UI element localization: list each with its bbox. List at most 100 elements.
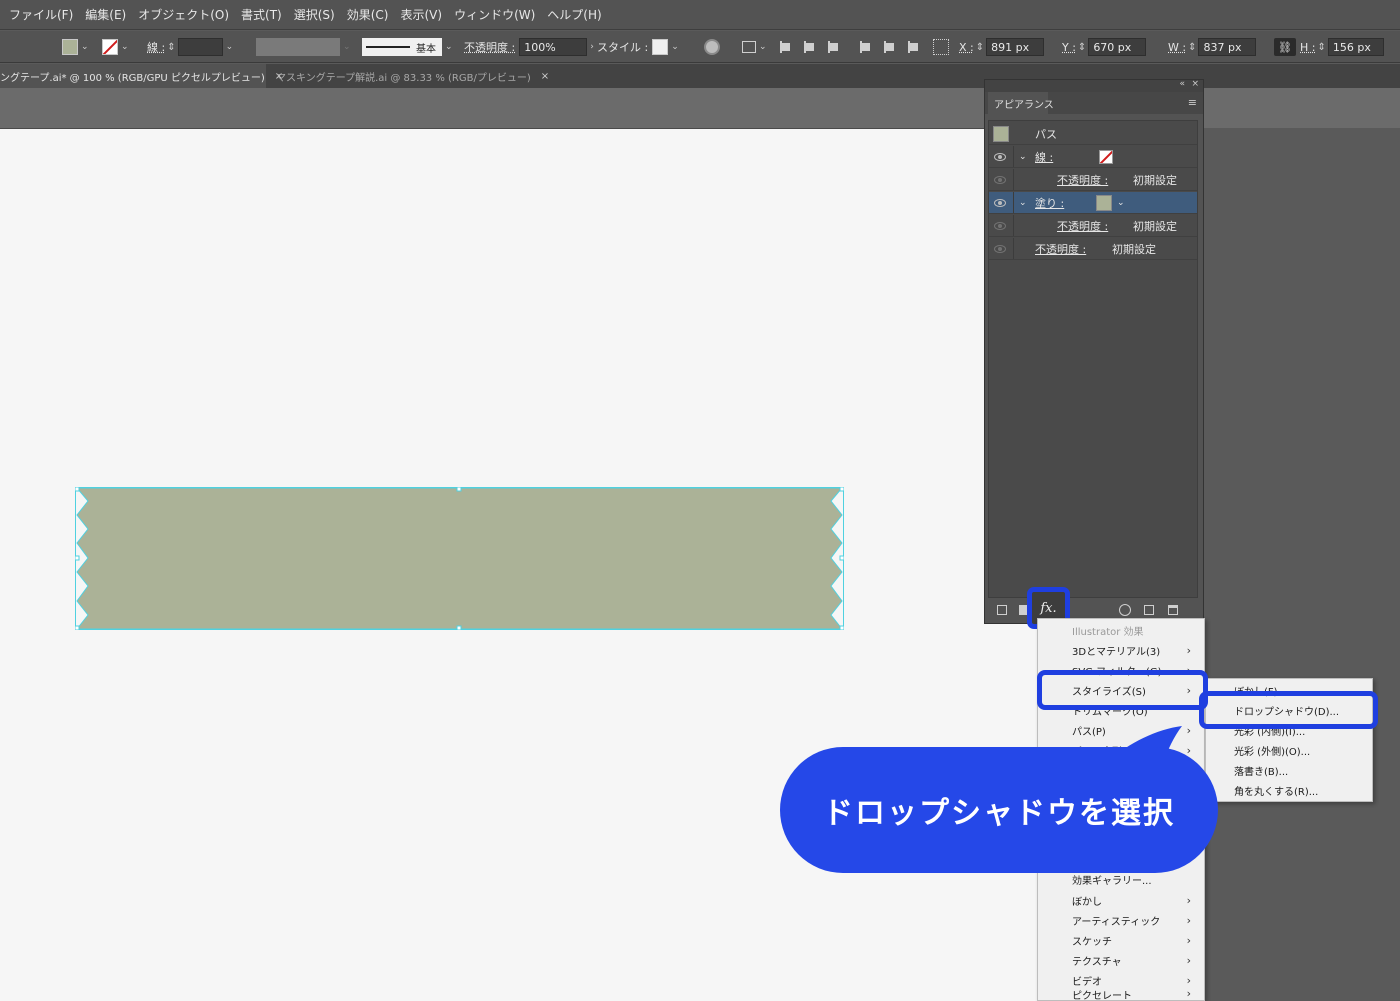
menu-item-3d[interactable]: 3Dとマテリアル(3) › [1038, 640, 1204, 660]
menu-item-artistic[interactable]: アーティスティック › [1038, 910, 1204, 930]
fill-label[interactable]: 塗り : [1035, 195, 1064, 211]
opacity-label[interactable]: 不透明度 : [1035, 241, 1086, 257]
close-icon[interactable]: × [541, 71, 549, 82]
trash-icon[interactable] [1168, 605, 1178, 615]
menu-item-label: ピクセレート [1072, 991, 1132, 1001]
menu-item-texture[interactable]: テクスチャ › [1038, 950, 1204, 970]
spinner-icon[interactable]: ⇕ [167, 42, 175, 53]
clear-appearance-icon[interactable] [1119, 604, 1131, 616]
fill-row[interactable]: ⌄ 塗り : ⌄ [989, 192, 1197, 214]
spinner-icon[interactable]: ⇕ [1188, 42, 1196, 53]
fill-swatch[interactable] [1096, 194, 1112, 211]
menu-header: Illustrator 効果 [1072, 626, 1144, 638]
menu-effect[interactable]: 効果(C) [347, 6, 389, 23]
y-label: Y : [1062, 40, 1076, 54]
menu-type[interactable]: 書式(T) [241, 6, 282, 23]
transform-icon[interactable] [742, 41, 756, 53]
fill-swatch[interactable] [62, 39, 78, 55]
visibility-eye-icon[interactable] [994, 244, 1006, 253]
chevron-down-icon[interactable]: ⌄ [1019, 152, 1027, 162]
opacity-field[interactable]: 100% [519, 38, 588, 56]
visibility-eye-icon[interactable] [994, 221, 1006, 230]
object-opacity-row[interactable]: 不透明度 : 初期設定 [989, 238, 1197, 260]
menu-object[interactable]: オブジェクト(O) [138, 6, 229, 23]
graphic-style-swatch[interactable] [652, 39, 669, 55]
stroke-row[interactable]: ⌄ 線 : [989, 146, 1197, 168]
duplicate-item-icon[interactable] [1144, 605, 1154, 615]
menu-help[interactable]: ヘルプ(H) [547, 6, 601, 23]
appearance-list: パス ⌄ 線 : 不透明度 : 初期設定 ⌄ 塗り : ⌄ 不透明度: 初期設… [988, 120, 1198, 598]
chevron-down-icon: ⌄ [343, 42, 351, 52]
tab-document-active[interactable]: ングテープ.ai* @ 100 % (RGB/GPU ピクセルプレビュー) × [0, 64, 283, 88]
chevron-down-icon[interactable]: ⌄ [81, 42, 89, 52]
visibility-eye-icon[interactable] [994, 198, 1006, 207]
y-field[interactable]: 670 px [1088, 38, 1147, 56]
chevron-down-icon[interactable]: ⌄ [121, 42, 129, 52]
reference-point-icon[interactable] [933, 39, 949, 55]
chevron-down-icon[interactable]: ⌄ [1117, 198, 1125, 208]
x-field[interactable]: 891 px [986, 38, 1045, 56]
opacity-label[interactable]: 不透明度 : [1057, 172, 1108, 188]
chevron-down-icon[interactable]: ⌄ [671, 42, 679, 52]
align-vcenter-icon[interactable] [882, 40, 896, 54]
menu-item-round-corners[interactable]: 角を丸くする(R)... [1206, 780, 1372, 800]
menu-item-label: 効果ギャラリー... [1072, 875, 1152, 887]
close-icon[interactable]: × [1191, 79, 1199, 89]
panel-title-bar[interactable]: « × [985, 79, 1203, 92]
drop-shadow-highlight [1199, 691, 1378, 729]
menu-item-outer-glow[interactable]: 光彩 (外側)(O)... [1206, 740, 1372, 760]
menu-file[interactable]: ファイル(F) [9, 6, 73, 23]
spinner-icon[interactable]: ⇕ [976, 42, 984, 53]
control-bar: ⌄ ⌄ 線 : ⇕ ⌄ ⌄ 基本 ⌄ 不透明度 : 100% › スタイル : … [0, 31, 1400, 63]
chevron-down-icon[interactable]: ⌄ [1019, 198, 1027, 208]
chevron-right-icon[interactable]: › [590, 42, 594, 52]
menu-edit[interactable]: 編集(E) [85, 6, 126, 23]
tab-document-inactive[interactable]: マスキングテープ解説.ai @ 83.33 % (RGB/プレビュー) × [270, 64, 549, 88]
chevron-down-icon[interactable]: ⌄ [226, 42, 234, 52]
visibility-eye-icon[interactable] [994, 175, 1006, 184]
spinner-icon[interactable]: ⇕ [1317, 42, 1325, 53]
panel-menu-icon[interactable]: ≡ [1188, 96, 1197, 109]
tab-label: ングテープ.ai* @ 100 % (RGB/GPU ピクセルプレビュー) [0, 72, 265, 84]
menu-item-pixelate[interactable]: ピクセレート › [1038, 987, 1204, 1001]
stroke-weight-field[interactable] [177, 38, 223, 56]
add-stroke-icon[interactable] [997, 605, 1007, 615]
chevron-right-icon: › [1186, 913, 1191, 927]
menu-bar: ファイル(F) 編集(E) オブジェクト(O) 書式(T) 選択(S) 効果(C… [0, 0, 1400, 30]
menu-select[interactable]: 選択(S) [294, 6, 335, 23]
recolor-icon[interactable] [704, 39, 720, 55]
masking-tape-shape[interactable] [75, 487, 844, 630]
align-right-icon[interactable] [826, 40, 840, 54]
stroke-swatch[interactable] [1099, 149, 1113, 164]
opacity-label[interactable]: 不透明度 : [1057, 218, 1108, 234]
align-top-icon[interactable] [858, 40, 872, 54]
variable-width-profile[interactable] [256, 38, 340, 56]
align-hcenter-icon[interactable] [802, 40, 816, 54]
menu-item-scribble[interactable]: 落書き(B)... [1206, 760, 1372, 780]
chevron-down-icon[interactable]: ⌄ [759, 42, 767, 52]
menu-item-label: スケッチ [1072, 936, 1112, 948]
stroke-label[interactable]: 線 : [1035, 149, 1053, 165]
align-left-icon[interactable] [778, 40, 792, 54]
visibility-eye-icon[interactable] [994, 152, 1006, 161]
menu-view[interactable]: 表示(V) [400, 6, 442, 23]
tab-label: マスキングテープ解説.ai @ 83.33 % (RGB/プレビュー) [276, 72, 531, 84]
chevron-down-icon[interactable]: ⌄ [445, 42, 453, 52]
menu-item-blur[interactable]: ぼかし › [1038, 890, 1204, 910]
spinner-icon[interactable]: ⇕ [1078, 42, 1086, 53]
stroke-swatch[interactable] [102, 39, 118, 55]
link-icon[interactable]: ⛓ [1274, 38, 1296, 56]
tab-appearance[interactable]: アピアランス [988, 92, 1054, 114]
w-field[interactable]: 837 px [1198, 38, 1257, 56]
h-field[interactable]: 156 px [1327, 38, 1384, 56]
fill-opacity-row[interactable]: 不透明度 : 初期設定 [989, 215, 1197, 237]
collapse-icon[interactable]: « [1179, 79, 1185, 89]
stroke-opacity-row[interactable]: 不透明度 : 初期設定 [989, 169, 1197, 191]
brush-definition[interactable]: 基本 [362, 38, 442, 56]
align-bottom-icon[interactable] [906, 40, 920, 54]
menu-window[interactable]: ウィンドウ(W) [454, 6, 535, 23]
menu-item-sketch[interactable]: スケッチ › [1038, 930, 1204, 950]
chevron-right-icon: › [1186, 953, 1191, 967]
chevron-right-icon: › [1186, 643, 1191, 657]
appearance-header-row[interactable]: パス [989, 123, 1197, 145]
